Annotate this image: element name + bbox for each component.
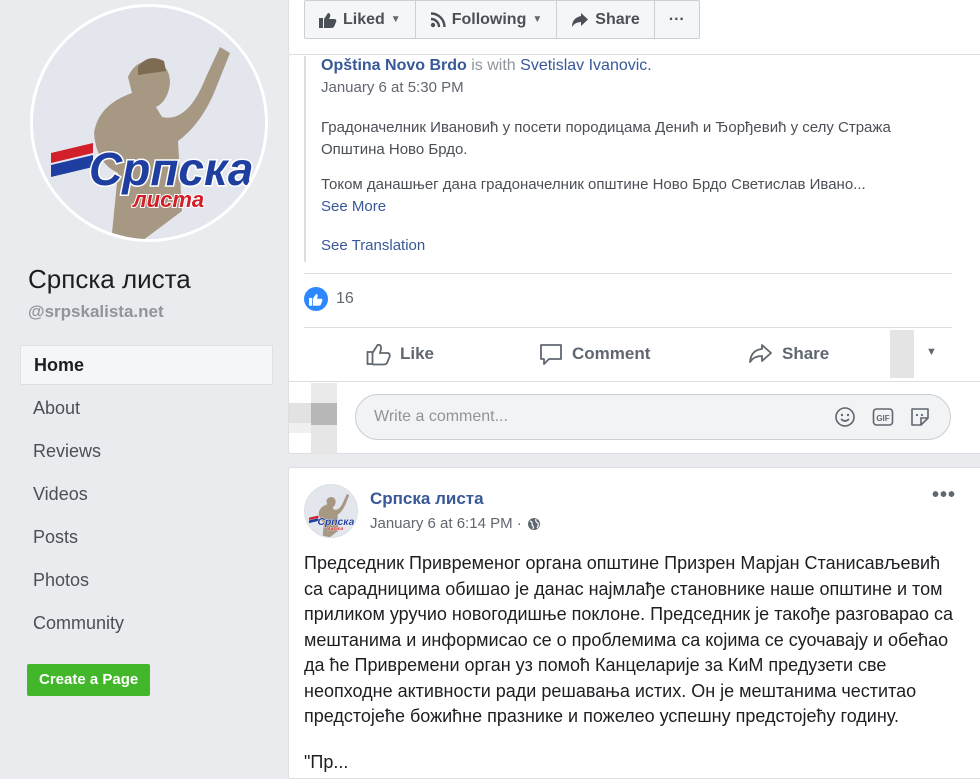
globe-icon[interactable] [527, 517, 541, 531]
post-timestamp-row: January 6 at 6:14 PM · [370, 515, 541, 532]
gif-icon[interactable]: GIF [872, 406, 894, 428]
comment-button[interactable]: Comment [538, 336, 650, 372]
share-page-label: Share [595, 10, 640, 28]
chevron-down-icon: ▼ [390, 14, 401, 25]
share-audience-avatar[interactable] [890, 330, 914, 378]
page-profile-picture[interactable]: Српска листа [30, 4, 268, 242]
following-button[interactable]: Following ▼ [416, 1, 558, 38]
liked-label: Liked [343, 10, 385, 28]
nav-item-about[interactable]: About [20, 388, 273, 431]
logo-text: Српска [318, 517, 355, 528]
shared-content-bar [304, 56, 306, 262]
nav-item-reviews[interactable]: Reviews [20, 431, 273, 474]
post-author-name[interactable]: Српска листа [370, 489, 484, 509]
share-label: Share [782, 344, 830, 363]
share-arrow-icon [749, 344, 772, 363]
divider [304, 273, 952, 274]
post-time[interactable]: January 6 at 6:14 PM · [370, 515, 522, 532]
nav-item-posts[interactable]: Posts [20, 517, 273, 560]
post-body-text: Председник Привременог органа општине Пр… [304, 553, 954, 726]
post-body-continuation: "Пр... [304, 752, 349, 772]
like-label: Like [400, 344, 435, 363]
liked-button[interactable]: Liked ▼ [305, 1, 416, 38]
svg-text:GIF: GIF [876, 414, 889, 423]
divider [289, 381, 980, 382]
shared-post-author[interactable]: Opština Novo Brdo [321, 57, 467, 74]
comment-input[interactable] [372, 407, 806, 427]
smiley-icon[interactable] [834, 406, 856, 428]
commenter-avatar [289, 383, 353, 455]
page-nav: Home About Reviews Videos Posts Photos C… [20, 345, 273, 646]
reaction-summary[interactable]: 16 [304, 287, 354, 311]
statue-logo-image: Српска листа [33, 7, 265, 239]
page-action-bar: Liked ▼ Following ▼ Share ··· [304, 0, 700, 39]
thumbs-up-icon [309, 293, 323, 306]
post-author-avatar[interactable]: Српска листа [304, 484, 358, 538]
like-count: 16 [336, 290, 354, 307]
nav-item-videos[interactable]: Videos [20, 474, 273, 517]
see-more-link[interactable]: See More [321, 198, 386, 215]
page-name[interactable]: Српска листа [28, 264, 191, 295]
page-handle[interactable]: @srpskalista.net [28, 302, 164, 322]
chevron-down-icon[interactable]: ▼ [926, 346, 937, 358]
more-options-button[interactable]: ··· [655, 1, 699, 38]
post-options-button[interactable]: ••• [932, 484, 956, 507]
nav-item-photos[interactable]: Photos [20, 560, 273, 603]
logo-subtext: листа [132, 187, 204, 212]
post-action-row: Like Comment Share ▼ [304, 330, 952, 378]
thumbs-up-outline-icon [366, 343, 391, 366]
see-translation-link[interactable]: See Translation [321, 237, 425, 254]
shared-post-header: Opština Novo Brdo is with Svetislav Ivan… [321, 57, 652, 75]
divider [304, 327, 952, 328]
following-label: Following [451, 10, 527, 28]
with-text: is with [471, 57, 516, 74]
create-page-button[interactable]: Create a Page [27, 664, 151, 696]
shared-post-time[interactable]: January 6 at 5:30 PM [321, 79, 464, 96]
comment-composer[interactable]: GIF [355, 394, 951, 440]
speech-bubble-icon [540, 344, 562, 365]
statue-logo-image: Српска листа [305, 485, 357, 537]
rss-icon [430, 11, 446, 27]
nav-item-community[interactable]: Community [20, 603, 273, 646]
shared-post-paragraph-2: Током данашњег дана градоначелник општин… [321, 176, 866, 193]
comment-label: Comment [572, 344, 651, 363]
shared-post-paragraph-1: Градоначелник Ивановић у посети породица… [321, 119, 891, 158]
nav-item-home[interactable]: Home [20, 345, 273, 385]
share-arrow-icon [572, 12, 589, 27]
sticker-icon[interactable] [909, 406, 931, 428]
thumbs-up-icon [319, 12, 337, 28]
share-button[interactable]: Share [748, 336, 829, 372]
share-page-button[interactable]: Share [557, 1, 655, 38]
more-icon: ··· [668, 10, 685, 28]
logo-subtext: листа [326, 527, 343, 532]
like-button[interactable]: Like [366, 336, 434, 372]
like-reaction-icon [304, 287, 328, 311]
chevron-down-icon: ▼ [532, 14, 543, 25]
tagged-person[interactable]: Svetislav Ivanovic. [520, 57, 652, 74]
